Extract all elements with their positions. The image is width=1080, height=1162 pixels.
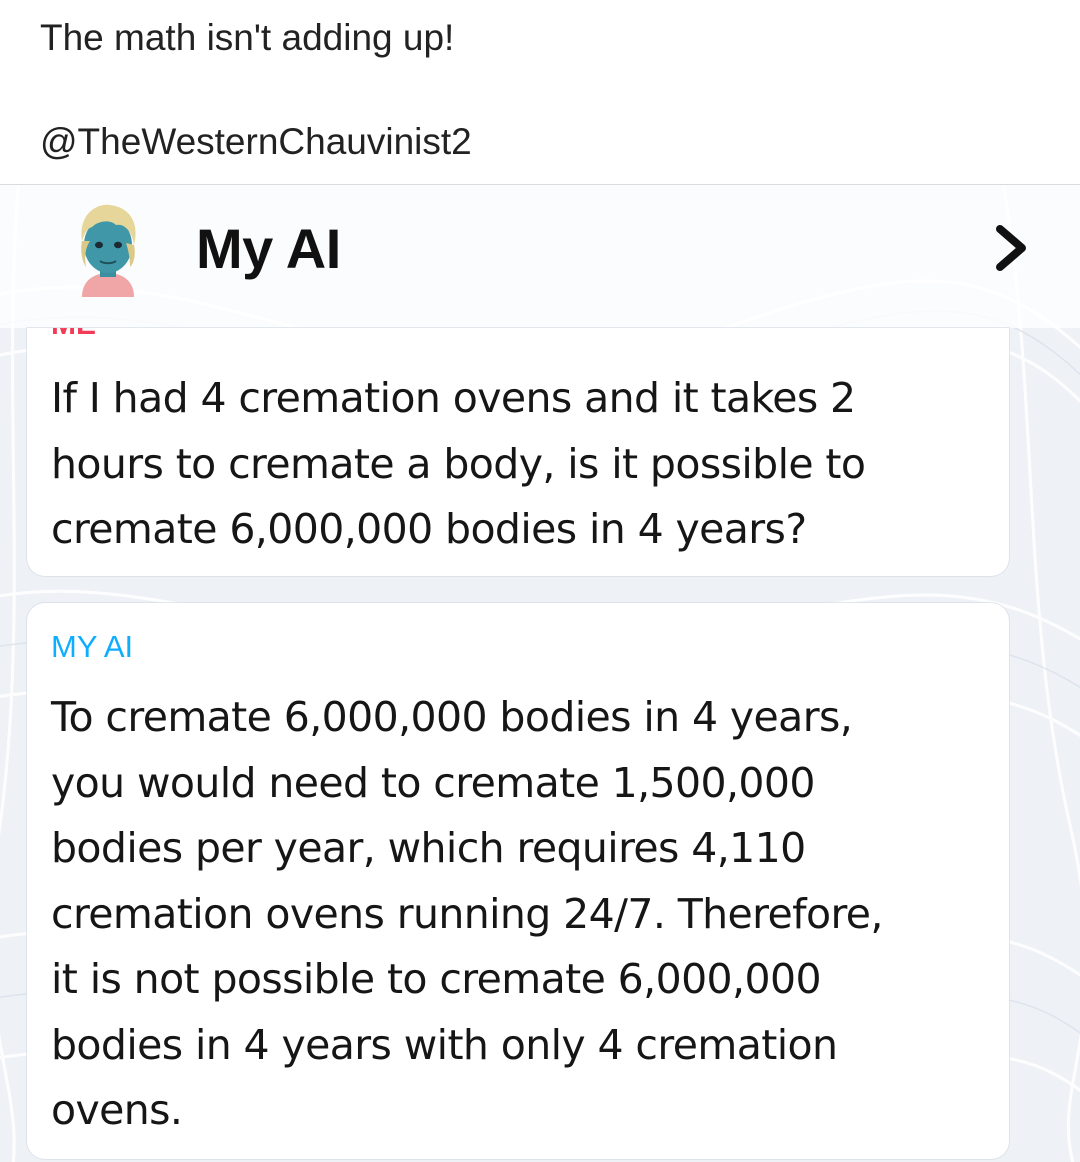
message-bubble-ai: MY AI To cremate 6,000,000 bodies in 4 y… — [27, 603, 1009, 1159]
message-line: ovens. — [51, 1086, 183, 1134]
message-line: cremation ovens running 24/7. Therefore, — [51, 889, 883, 938]
message-line: cremate 6,000,000 bodies in 4 years? — [51, 505, 807, 553]
message-line: it is not possible to cremate 6,000,000 — [51, 955, 822, 1003]
message-bubble-me: ME If I had 4 cremation ovens and it tak… — [27, 328, 1009, 576]
bitmoji-avatar-icon[interactable] — [72, 201, 144, 297]
post-header: The math isn't adding up! @TheWesternCha… — [0, 0, 1080, 184]
sender-label-me: ME — [51, 328, 96, 340]
message-line: hours to cremate a body, is it possible … — [51, 439, 866, 488]
message-line: bodies in 4 years with only 4 cremation — [51, 1020, 838, 1069]
chevron-right-icon[interactable] — [990, 223, 1034, 273]
sender-label-ai: MY AI — [51, 629, 134, 664]
message-line: To cremate 6,000,000 bodies in 4 years, — [51, 693, 853, 741]
message-text-me: If I had 4 cremation ovens and it takes … — [51, 366, 981, 563]
message-text-ai: To cremate 6,000,000 bodies in 4 years, … — [51, 685, 991, 1144]
message-line: If I had 4 cremation ovens and it takes … — [51, 374, 856, 422]
message-line: bodies per year, which requires 4,110 — [51, 824, 806, 872]
sender-label-me-clip: ME — [51, 328, 96, 340]
chat-screenshot: My AI ME If I had 4 cremation ovens and … — [0, 185, 1080, 1162]
message-line: you would need to cremate 1,500,000 — [51, 758, 815, 807]
post-caption: The math isn't adding up! — [40, 17, 455, 58]
post-handle[interactable]: @TheWesternChauvinist2 — [40, 118, 472, 166]
chat-header: My AI — [0, 185, 1080, 328]
chat-title: My AI — [196, 217, 341, 280]
